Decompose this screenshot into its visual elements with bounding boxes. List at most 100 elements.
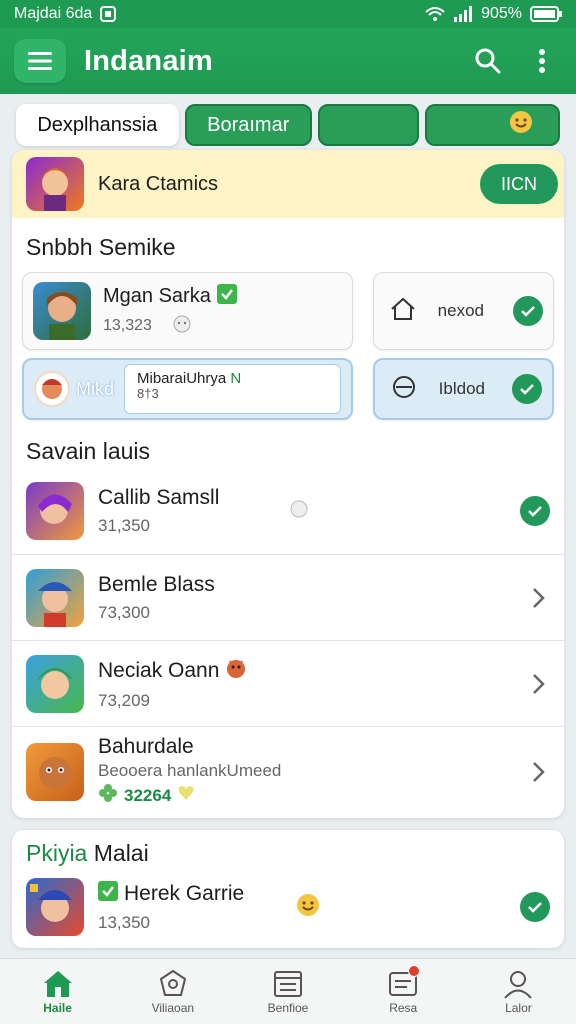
nav-label: Haile (43, 1000, 72, 1015)
menu-button[interactable] (14, 39, 66, 83)
verified-icon (216, 283, 237, 310)
list-icon (274, 970, 302, 997)
home-icon (390, 297, 416, 326)
status-label: Ibldod (438, 379, 485, 398)
list-item[interactable]: Herek Garrie 13,350 (12, 870, 564, 944)
home-status-card[interactable]: nexod (372, 272, 554, 350)
section-title-1: Snbbh Semike (26, 234, 176, 260)
player-card[interactable]: Mgan Sarka 13,323 (22, 272, 353, 350)
game-avatar (26, 482, 84, 540)
check-icon (520, 496, 550, 526)
list-item-sub: Beooera hanlankUmeed (98, 761, 282, 780)
status-bar: Majdai 6da 905% (0, 0, 576, 28)
check-icon (520, 892, 550, 922)
nav-profile[interactable]: Lalor (461, 959, 576, 1024)
list-item-sub: 73,209 (98, 690, 150, 710)
list-item-name: Herek Garrie (124, 882, 245, 905)
monster-icon (225, 657, 247, 685)
input-green-mark: N (230, 370, 242, 387)
list-item[interactable]: Bemle Blass 73,300 (12, 554, 564, 640)
verified-icon (98, 881, 118, 907)
list-item-sub: 73,300 (98, 602, 150, 622)
main-card: Kara Ctamics IICN Snbbh Semike Mgan Sark… (12, 150, 564, 818)
banner-title: Kara Ctamics (98, 172, 219, 195)
player-avatar (33, 282, 91, 340)
nav-explore[interactable]: Viliaoan (115, 959, 230, 1024)
hand-icon (288, 498, 310, 525)
app-bar: Indanaim (0, 28, 576, 94)
banner-avatar (26, 157, 84, 211)
app-title: Indanaim (84, 44, 213, 77)
chevron-right-icon[interactable] (526, 586, 550, 610)
home-status-label: nexod (437, 301, 484, 320)
nav-messages[interactable]: Resa (346, 959, 461, 1024)
list-item-name: Neciak Oann (98, 658, 220, 682)
tab-dexplhanssia[interactable]: Dexplhanssia (16, 104, 179, 146)
list-item-score: 32264 (124, 785, 172, 805)
nav-label: Lalor (505, 1000, 532, 1015)
list-item-name: Callib Samsll (98, 486, 220, 509)
section-title-3: Pkiyia Malai (12, 830, 564, 870)
input-line-1: MibaraiUhrya (137, 370, 227, 387)
wifi-icon (425, 6, 445, 22)
hamburger-icon (28, 52, 52, 70)
status-card[interactable]: Ibldod (372, 358, 554, 420)
secondary-card: Pkiyia Malai Herek Garrie 13,350 (12, 830, 564, 948)
list-item[interactable]: Bahurdale Beooera hanlankUmeed 32264 (12, 726, 564, 816)
input-line-2: 8†3 (137, 385, 159, 401)
compass-icon (159, 969, 186, 996)
check-icon (512, 374, 542, 404)
search-icon (475, 48, 501, 74)
tab-boraimar[interactable]: Boraımar (184, 104, 312, 146)
bottom-nav: Haile Viliaoan Benfioe Resa Lalor (0, 958, 576, 1024)
check-icon (513, 296, 543, 326)
list-item[interactable]: Callib Samsll 31,350 (12, 468, 564, 554)
nav-label: Resa (389, 1000, 418, 1015)
player-name: Mgan Sarka (103, 285, 211, 307)
status-time: Majdai 6da (14, 5, 93, 22)
list-item-sub: 31,350 (98, 516, 150, 535)
heart-icon (177, 784, 195, 807)
nav-library[interactable]: Benfioe (230, 959, 345, 1024)
tab-emoji[interactable] (425, 104, 561, 146)
list-item-sub: 13,350 (98, 913, 150, 932)
game-list: Callib Samsll 31,350 Bemle Blass 73,300 (12, 468, 564, 816)
section-title-green: Pkiyia (26, 840, 88, 866)
player-input-card[interactable]: Mikd MibaraiUhrya N 8†3 (22, 358, 353, 420)
list-item-name: Bahurdale (98, 735, 194, 758)
small-avatar (34, 371, 70, 407)
battery-percent: 905% (481, 5, 522, 22)
signal-icon (453, 6, 473, 22)
smiley-icon (296, 893, 320, 922)
user-icon (504, 970, 533, 999)
section-title-rest: Malai (93, 840, 149, 866)
home-icon (43, 970, 72, 997)
player-value: 13,323 (103, 317, 152, 334)
clover-icon (98, 783, 118, 808)
banner-action-button[interactable]: IICN (480, 164, 558, 204)
list-item[interactable]: Neciak Oann 73,209 (12, 640, 564, 726)
featured-banner[interactable]: Kara Ctamics IICN (12, 150, 564, 218)
more-options-button[interactable] (522, 41, 562, 81)
notification-icon (100, 6, 117, 22)
face-icon (172, 314, 192, 339)
battery-icon (530, 6, 562, 22)
search-button[interactable] (468, 41, 508, 81)
mini-label: Mikd (76, 378, 115, 399)
nav-label: Benfioe (267, 1000, 309, 1015)
section-title-2: Savain lauis (26, 438, 151, 464)
chevron-right-icon[interactable] (526, 760, 550, 784)
chevron-right-icon[interactable] (526, 672, 550, 696)
game-avatar (26, 654, 84, 713)
notification-badge (407, 965, 420, 977)
game-avatar (26, 742, 84, 801)
player-input[interactable]: MibaraiUhrya N 8†3 (124, 364, 341, 414)
list-item-name: Bemle Blass (98, 572, 215, 596)
tab-blank[interactable] (317, 104, 420, 146)
game-avatar (26, 878, 84, 936)
nav-home[interactable]: Haile (0, 959, 115, 1024)
game-avatar (26, 568, 84, 627)
smiley-icon (509, 110, 533, 140)
nav-label: Viliaoan (151, 1000, 195, 1015)
tab-bar: Dexplhanssia Boraımar (16, 104, 561, 148)
